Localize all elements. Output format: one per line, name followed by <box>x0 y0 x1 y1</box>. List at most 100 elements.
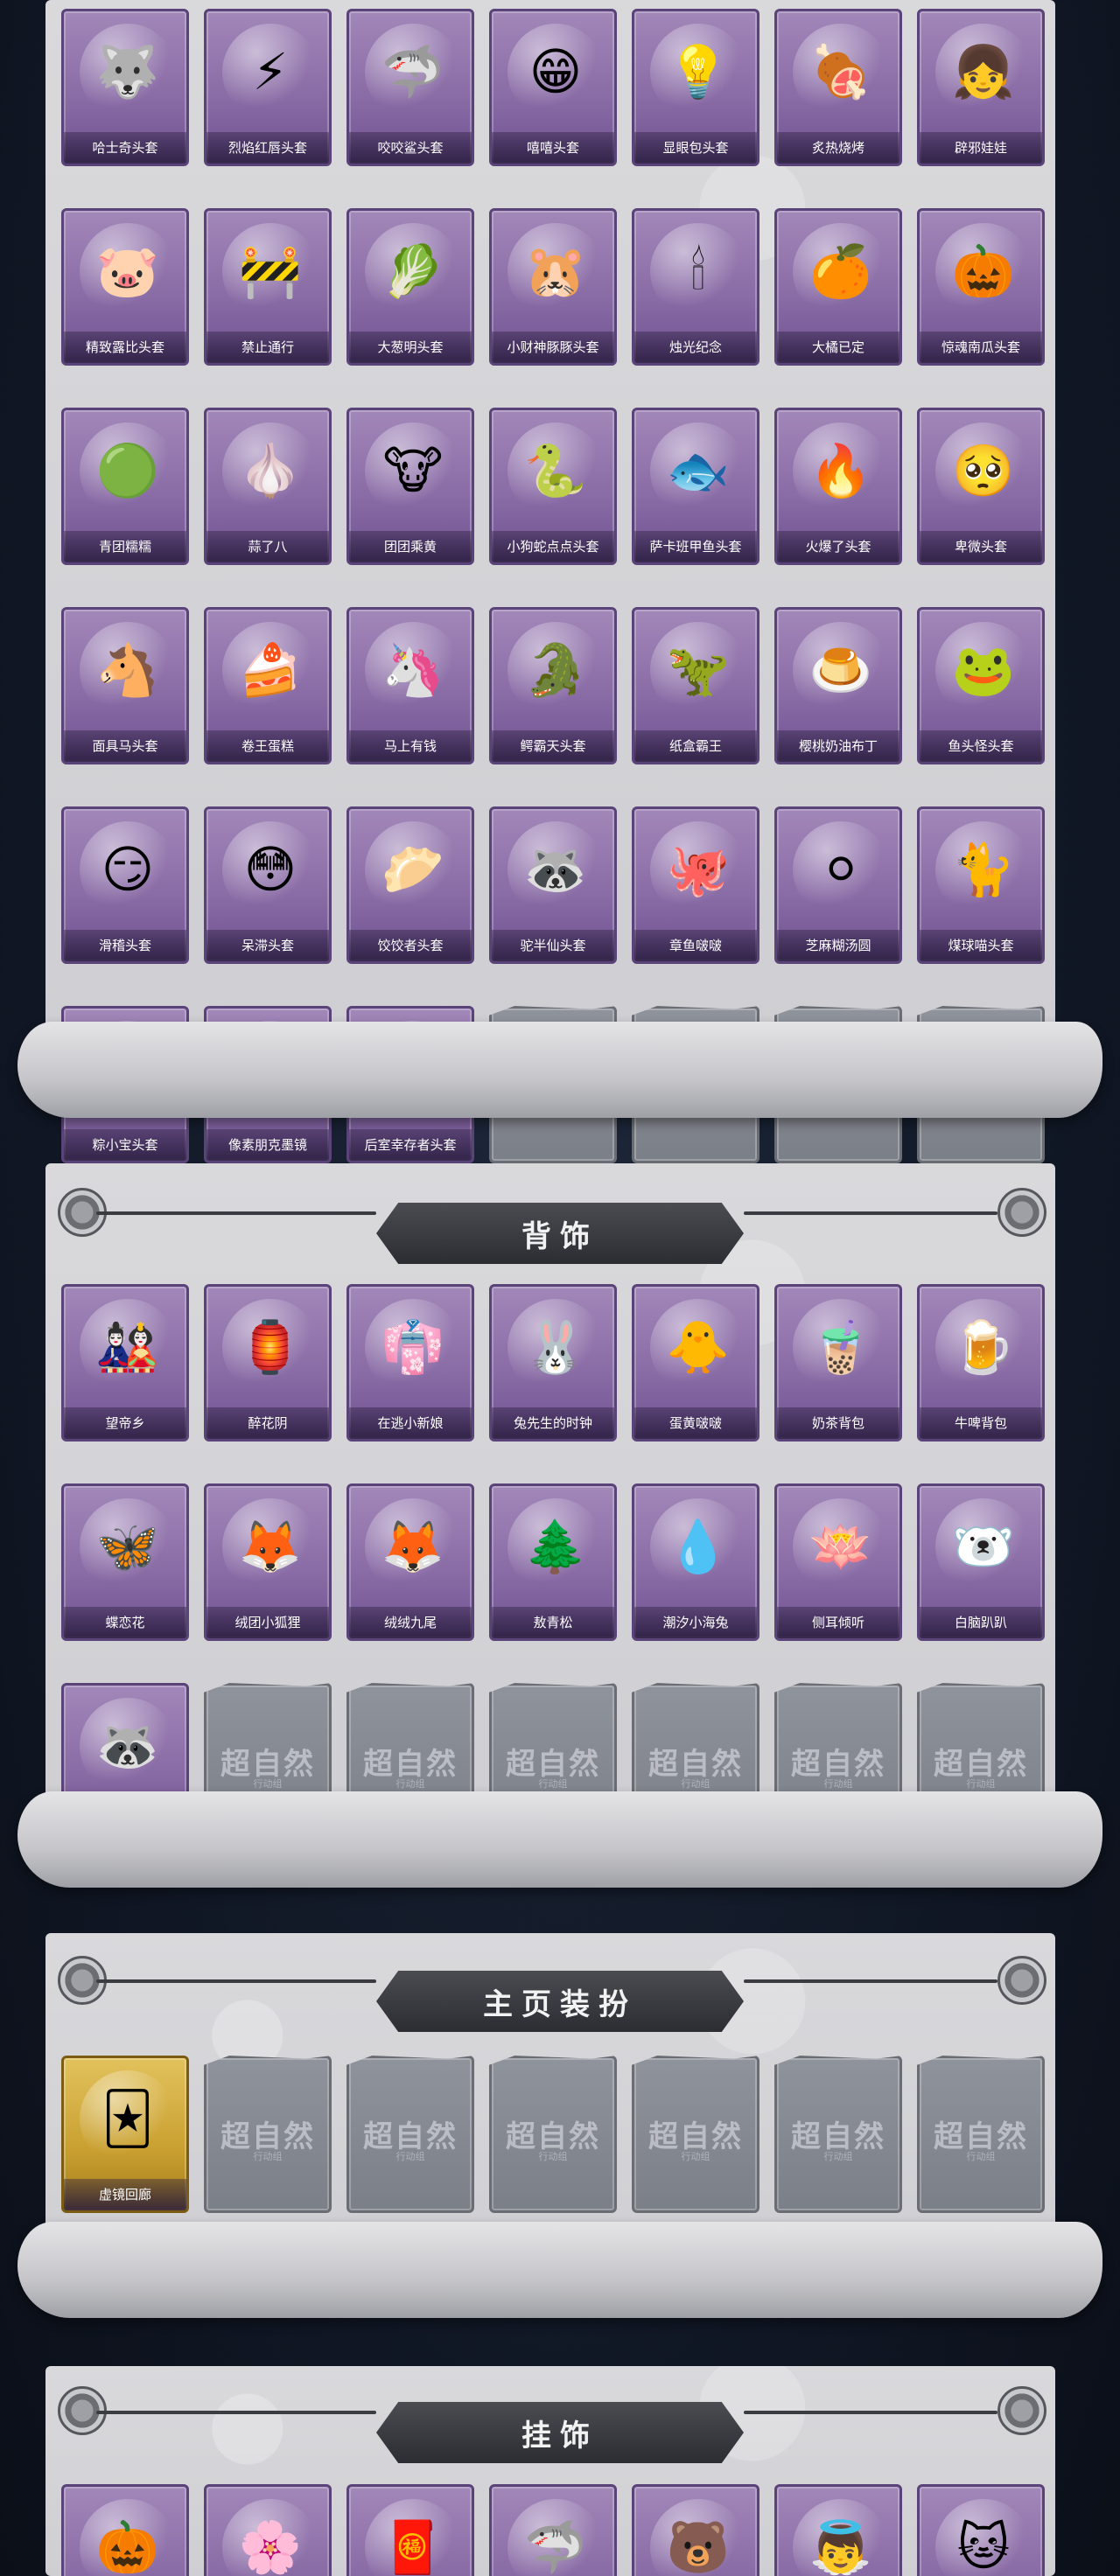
locked-item-card[interactable]: 超自然行动组 <box>774 2056 902 2213</box>
item-card[interactable]: 🐱 <box>917 2484 1045 2576</box>
item-card[interactable]: 🐴 面具马头套 <box>61 607 189 764</box>
item-card[interactable]: 🐮 团团乘黄 <box>346 408 474 565</box>
item-card[interactable]: 🦝 驼半仙头套 <box>489 806 617 964</box>
locked-item-card[interactable]: 超自然行动组 <box>632 2056 760 2213</box>
item-label: 章鱼啵啵 <box>634 930 757 961</box>
item-label: 火爆了头套 <box>777 531 900 562</box>
item-label: 绒团小狐狸 <box>206 1607 329 1638</box>
item-card[interactable]: ⚡ 烈焰红唇头套 <box>204 9 332 166</box>
item-card[interactable]: 👼 <box>774 2484 902 2576</box>
item-card[interactable]: 🔥 火爆了头套 <box>774 408 902 565</box>
item-card[interactable]: 🐹 小财神豚豚头套 <box>489 208 617 366</box>
section-title: 挂饰 <box>376 2402 744 2463</box>
item-card[interactable]: 🎎 望帝乡 <box>61 1284 189 1442</box>
item-card[interactable]: 🍺 牛啤背包 <box>917 1284 1045 1442</box>
item-card[interactable]: 👘 在逃小新娘 <box>346 1284 474 1442</box>
item-card[interactable]: 🪷 侧耳倾听 <box>774 1483 902 1641</box>
item-card[interactable]: 🍊 大橘已定 <box>774 208 902 366</box>
item-card[interactable]: 🐙 章鱼啵啵 <box>632 806 760 964</box>
sly-face-icon: 😏 <box>80 821 176 918</box>
item-label: 鳄霸天头套 <box>492 730 614 762</box>
item-card[interactable]: 🚧 禁止通行 <box>204 208 332 366</box>
item-card[interactable]: 🐻 <box>632 2484 760 2576</box>
item-label: 望帝乡 <box>64 1407 186 1439</box>
item-card[interactable]: 🐍 小狗蛇点点头套 <box>489 408 617 565</box>
corner-emblem-icon <box>998 1188 1046 1237</box>
item-card[interactable]: 🐥 蛋黄啵啵 <box>632 1284 760 1442</box>
item-card[interactable]: 🍖 炙热烧烤 <box>774 9 902 166</box>
item-card[interactable]: 🥟 饺饺者头套 <box>346 806 474 964</box>
item-card[interactable]: 😳 呆滞头套 <box>204 806 332 964</box>
item-card[interactable]: 🧧 <box>346 2484 474 2576</box>
corner-emblem-icon <box>998 2386 1046 2435</box>
item-card[interactable]: 🐟 萨卡班甲鱼头套 <box>632 408 760 565</box>
item-card[interactable]: 🎃 惊魂南瓜头套 <box>917 208 1045 366</box>
flower-pendant-icon: 🌸 <box>222 2499 318 2576</box>
item-card[interactable]: 🎃 <box>61 2484 189 2576</box>
item-label: 萨卡班甲鱼头套 <box>634 531 757 562</box>
item-card[interactable]: 🍰 卷王蛋糕 <box>204 607 332 764</box>
item-label: 奶茶背包 <box>777 1407 900 1439</box>
item-card[interactable]: 🌲 敖青松 <box>489 1483 617 1641</box>
locked-watermark-sub: 行动组 <box>681 1778 710 1790</box>
item-card[interactable]: 🐊 鳄霸天头套 <box>489 607 617 764</box>
item-card[interactable]: 🥺 卑微头套 <box>917 408 1045 565</box>
item-card[interactable]: 🦊 绒绒九尾 <box>346 1483 474 1641</box>
item-label: 卑微头套 <box>920 531 1042 562</box>
item-card[interactable]: 🧄 蒜了八 <box>204 408 332 565</box>
cat-pendant-icon: 🐱 <box>935 2499 1032 2576</box>
locked-watermark-sub: 行动组 <box>396 2151 425 2162</box>
pudding-icon: 🍮 <box>793 622 889 718</box>
item-card[interactable]: 💧 潮汐小海兔 <box>632 1483 760 1641</box>
item-card[interactable]: 🟢 青团糯糯 <box>61 408 189 565</box>
shark-pendant-icon: 🦈 <box>508 2499 604 2576</box>
item-card[interactable]: 🐺 哈士奇头套 <box>61 9 189 166</box>
item-card[interactable]: 🐈 煤球喵头套 <box>917 806 1045 964</box>
rabbit-clock-icon: 🐰 <box>508 1299 604 1395</box>
item-label: 鱼头怪头套 <box>920 730 1042 762</box>
pikachu-head-icon: ⚡ <box>222 24 318 120</box>
butterfly-wreath-icon: 🦋 <box>80 1498 176 1595</box>
item-card[interactable]: 💡 显眼包头套 <box>632 9 760 166</box>
item-card[interactable]: 🃏 虚镜回廊 <box>61 2056 189 2213</box>
item-card[interactable]: 🐰 兔先生的时钟 <box>489 1284 617 1442</box>
locked-item-card[interactable]: 超自然行动组 <box>204 2056 332 2213</box>
raccoon-head-icon: 🦝 <box>508 821 604 918</box>
item-card[interactable]: 🐷 精致露比头套 <box>61 208 189 366</box>
item-card[interactable]: 🧋 奶茶背包 <box>774 1284 902 1442</box>
fox-icon: 🦊 <box>222 1498 318 1595</box>
locked-item-card[interactable]: 超自然行动组 <box>917 2056 1045 2213</box>
item-card[interactable]: 🦄 马上有钱 <box>346 607 474 764</box>
item-card[interactable]: 🍮 樱桃奶油布丁 <box>774 607 902 764</box>
item-card[interactable]: 🦈 <box>489 2484 617 2576</box>
item-card[interactable]: 🐸 鱼头怪头套 <box>917 607 1045 764</box>
item-card[interactable]: 😁 嘻嘻头套 <box>489 9 617 166</box>
item-card[interactable]: ⚪ 芝麻糊汤圆 <box>774 806 902 964</box>
item-card[interactable]: 🐻‍❄️ 白脑趴趴 <box>917 1483 1045 1641</box>
item-card[interactable]: 👧 辟邪娃娃 <box>917 9 1045 166</box>
item-label: 精致露比头套 <box>64 332 186 363</box>
figure-doll-icon: 🎎 <box>80 1299 176 1395</box>
item-card[interactable]: 🏮 醉花阴 <box>204 1284 332 1442</box>
locked-watermark-sub: 行动组 <box>253 2151 283 2162</box>
pumpkin-head-icon: 🎃 <box>935 223 1032 319</box>
item-label: 显眼包头套 <box>634 132 757 164</box>
locked-item-card[interactable]: 超自然行动组 <box>489 2056 617 2213</box>
horse-head-icon: 🐴 <box>80 622 176 718</box>
item-label: 呆滞头套 <box>206 930 329 961</box>
locked-item-card[interactable]: 超自然行动组 <box>346 2056 474 2213</box>
item-card[interactable]: 😏 滑稽头套 <box>61 806 189 964</box>
item-card[interactable]: 🦋 蝶恋花 <box>61 1483 189 1641</box>
item-card[interactable]: 🌸 <box>204 2484 332 2576</box>
item-card[interactable]: 🦊 绒团小狐狸 <box>204 1483 332 1641</box>
item-card[interactable]: 🦈 咬咬鲨头套 <box>346 9 474 166</box>
scroll-bottom-ornament <box>18 1022 1102 1118</box>
item-card[interactable]: 🕯 烛光纪念 <box>632 208 760 366</box>
item-card[interactable]: 🦖 纸盒霸王 <box>632 607 760 764</box>
item-card[interactable]: 🥬 大葱明头套 <box>346 208 474 366</box>
item-label: 小狗蛇点点头套 <box>492 531 614 562</box>
scallion-head-icon: 🥬 <box>365 223 461 319</box>
item-label: 炙热烧烤 <box>777 132 900 164</box>
fish-monster-icon: 🐸 <box>935 622 1032 718</box>
meek-face-icon: 🥺 <box>935 422 1032 519</box>
